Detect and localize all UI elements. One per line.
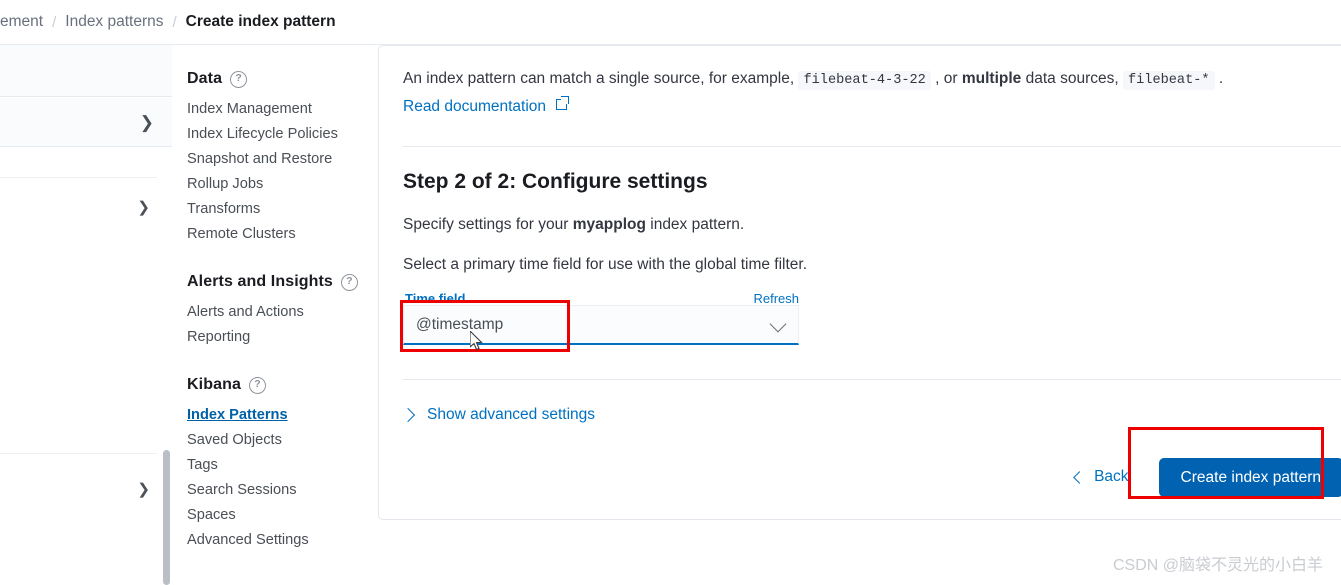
sidebar-item-index-lifecycle-policies[interactable]: Index Lifecycle Policies — [187, 122, 378, 147]
intro-text: An index pattern can match a single sour… — [403, 68, 1341, 92]
show-advanced-settings-toggle[interactable]: Show advanced settings — [400, 406, 596, 424]
back-button[interactable]: Back — [1073, 468, 1129, 486]
chevron-down-icon[interactable] — [769, 315, 787, 333]
sidebar-item-index-management[interactable]: Index Management — [187, 97, 378, 122]
left-cropped-panel: ❯ ❯ ❯ — [0, 45, 173, 585]
sidebar-item-alerts-and-actions[interactable]: Alerts and Actions — [187, 300, 378, 325]
section-divider — [403, 146, 1341, 147]
create-index-pattern-panel: An index pattern can match a single sour… — [378, 45, 1341, 520]
question-circle-icon[interactable] — [248, 376, 266, 394]
nav-group-title-kibana: Kibana — [187, 376, 378, 394]
left-panel-divider — [0, 177, 157, 178]
question-circle-icon[interactable] — [230, 70, 248, 88]
sidebar-item-advanced-settings[interactable]: Advanced Settings — [187, 528, 378, 553]
read-documentation-label: Read documentation — [403, 98, 547, 115]
show-advanced-settings-label: Show advanced settings — [427, 406, 596, 423]
specify-prefix: Specify settings for your — [403, 216, 569, 233]
intro-prefix: An index pattern can match a single sour… — [403, 70, 795, 87]
nav-group-label: Data — [187, 70, 223, 87]
breadcrumb-separator: / — [172, 13, 177, 31]
left-panel-scrollbar[interactable] — [163, 450, 170, 585]
sidebar-item-tags[interactable]: Tags — [187, 453, 378, 478]
time-field-label: Time field — [405, 291, 466, 306]
panel-actions: Back Create index pattern — [1073, 457, 1341, 497]
sidebar-item-search-sessions[interactable]: Search Sessions — [187, 478, 378, 503]
time-field-selected-value: @timestamp — [416, 315, 504, 333]
intro-bold-multiple: multiple — [961, 70, 1022, 87]
watermark: CSDN @脑袋不灵光的小白羊 — [1112, 557, 1323, 574]
nav-group-label: Kibana — [187, 376, 241, 393]
breadcrumb-item-index-patterns[interactable]: Index patterns — [65, 13, 163, 31]
left-panel-divider — [0, 453, 157, 454]
sidebar-item-snapshot-and-restore[interactable]: Snapshot and Restore — [187, 147, 378, 172]
breadcrumb-item-management[interactable]: ement — [0, 13, 43, 31]
specify-settings-text: Specify settings for your myapplog index… — [403, 216, 1341, 234]
nav-group-title-data: Data — [187, 70, 378, 88]
breadcrumb: ement / Index patterns / Create index pa… — [0, 0, 1341, 45]
chevron-down-icon[interactable]: ❯ — [137, 482, 150, 497]
time-field-row: Time field Refresh @timestamp — [403, 291, 799, 345]
chevron-right-icon — [400, 407, 416, 423]
left-panel-header-band — [0, 45, 172, 97]
page-title: Step 2 of 2: Configure settings — [403, 170, 708, 193]
breadcrumb-item-create-index-pattern[interactable]: Create index pattern — [186, 13, 336, 31]
intro-suffix: . — [1218, 70, 1224, 87]
external-link-icon — [556, 96, 570, 110]
select-time-field-text: Select a primary time field for use with… — [403, 256, 808, 273]
index-pattern-name: myapplog — [572, 216, 646, 233]
time-field-select[interactable]: @timestamp — [403, 305, 799, 345]
sidebar-item-index-patterns[interactable]: Index Patterns — [187, 403, 378, 428]
intro-mid-1: , or — [935, 70, 958, 87]
breadcrumb-separator: / — [52, 13, 57, 31]
chevron-left-icon — [1073, 470, 1086, 484]
sidebar-item-remote-clusters[interactable]: Remote Clusters — [187, 222, 378, 247]
code-example-wildcard: filebeat-* — [1122, 71, 1215, 90]
chevron-down-icon[interactable]: ❯ — [137, 200, 150, 215]
read-documentation-link[interactable]: Read documentation — [403, 96, 570, 116]
specify-suffix: index pattern. — [650, 216, 745, 233]
sidebar-item-reporting[interactable]: Reporting — [187, 325, 378, 350]
settings-nav: Data Index Management Index Lifecycle Po… — [172, 45, 378, 585]
intro-mid-2: data sources, — [1025, 70, 1119, 87]
create-index-pattern-button[interactable]: Create index pattern — [1158, 457, 1341, 497]
nav-group-title-alerts-and-insights: Alerts and Insights — [187, 273, 378, 291]
left-panel-row[interactable]: ❯ — [0, 98, 172, 147]
back-label: Back — [1094, 468, 1129, 486]
sidebar-item-rollup-jobs[interactable]: Rollup Jobs — [187, 172, 378, 197]
sidebar-item-saved-objects[interactable]: Saved Objects — [187, 428, 378, 453]
nav-group-label: Alerts and Insights — [187, 273, 333, 290]
section-divider — [403, 379, 1341, 380]
chevron-right-icon[interactable]: ❯ — [140, 114, 154, 131]
code-example-single-source: filebeat-4-3-22 — [798, 71, 931, 90]
sidebar-item-spaces[interactable]: Spaces — [187, 503, 378, 528]
screenshot-root: ement / Index patterns / Create index pa… — [0, 0, 1341, 585]
refresh-link[interactable]: Refresh — [753, 291, 799, 306]
sidebar-item-transforms[interactable]: Transforms — [187, 197, 378, 222]
question-circle-icon[interactable] — [340, 273, 358, 291]
